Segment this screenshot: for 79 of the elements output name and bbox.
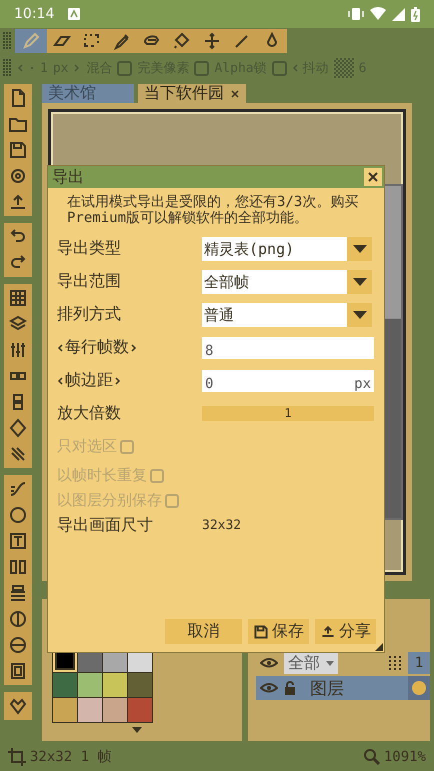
field-label: 帧边距 xyxy=(65,370,113,391)
caret-icon xyxy=(352,310,366,318)
input-field[interactable]: 0 px xyxy=(202,370,374,392)
caret-icon xyxy=(352,278,366,286)
canvas-size: 32x32 1 帧 xyxy=(30,748,112,766)
curve-icon[interactable] xyxy=(8,479,28,499)
notification-icon xyxy=(68,8,80,20)
checkbox-label: 只对选区 xyxy=(57,437,117,456)
dialog-title: 导出 xyxy=(52,166,84,188)
upload-icon xyxy=(320,624,336,640)
dialog-button[interactable]: 取消 xyxy=(165,619,242,644)
dialog-button[interactable]: 分享 xyxy=(315,619,376,644)
field-label: 放大倍数 xyxy=(57,403,122,424)
close-icon[interactable] xyxy=(230,88,240,98)
decrease-icon[interactable] xyxy=(57,376,63,386)
grip-icon[interactable] xyxy=(3,32,11,50)
color-swatch[interactable] xyxy=(103,673,127,697)
input-field[interactable]: 8 xyxy=(202,336,374,358)
vibrate-icon xyxy=(348,7,364,21)
grid-icon[interactable] xyxy=(388,656,402,670)
clock: 10:14 xyxy=(14,6,54,22)
caret-icon xyxy=(326,660,334,666)
checkbox[interactable] xyxy=(117,60,132,76)
pencil-icon xyxy=(21,31,41,51)
upload-icon[interactable] xyxy=(8,192,28,212)
scale-slider[interactable]: 1 xyxy=(202,406,374,421)
increase-icon[interactable] xyxy=(131,342,137,352)
field-label: 导出范围 xyxy=(57,271,122,292)
grid-icon[interactable] xyxy=(8,288,28,308)
resize-grip-icon[interactable] xyxy=(375,643,383,651)
color-swatch[interactable] xyxy=(103,698,127,722)
color-swatch[interactable] xyxy=(78,698,102,722)
move-icon xyxy=(202,31,222,51)
text-icon[interactable] xyxy=(8,531,28,551)
color-swatch[interactable] xyxy=(128,698,152,722)
color-swatch[interactable] xyxy=(53,698,77,722)
checkbox-label: 以图层分别保存 xyxy=(57,491,162,510)
caret-icon xyxy=(352,244,366,252)
eye-icon[interactable] xyxy=(260,657,278,669)
save-icon[interactable] xyxy=(8,140,28,160)
caret-icon[interactable] xyxy=(132,727,142,733)
field-label: 每行帧数 xyxy=(65,337,129,358)
dialog-button[interactable]: 保存 xyxy=(248,619,309,644)
field-label: 导出类型 xyxy=(57,238,122,259)
color-swatch[interactable] xyxy=(78,673,102,697)
wifi-icon xyxy=(370,7,386,21)
zoom-icon[interactable] xyxy=(364,749,380,765)
checkbox[interactable] xyxy=(272,60,287,76)
lock-icon[interactable] xyxy=(284,681,296,695)
layer-name: 图层 xyxy=(310,678,344,700)
export-size: 32x32 xyxy=(202,518,242,533)
checkbox[interactable] xyxy=(194,60,210,76)
layer-filter-dropdown[interactable]: 全部 xyxy=(284,652,338,674)
close-button[interactable] xyxy=(364,168,382,186)
battery-icon xyxy=(411,6,420,22)
trial-message: 在试用模式导出是受限的，您还有3/3次。购买Premium版可以解锁软件的全部功能。 xyxy=(66,194,360,226)
flip-icon[interactable] xyxy=(8,557,28,577)
increase-icon[interactable] xyxy=(115,376,121,386)
grip-icon[interactable] xyxy=(3,59,11,77)
eye-icon[interactable] xyxy=(260,682,278,694)
color-swatch[interactable] xyxy=(53,673,77,697)
sliders-icon[interactable] xyxy=(8,340,28,360)
frame-cell[interactable] xyxy=(408,676,430,700)
crop-icon[interactable] xyxy=(8,748,26,766)
signal-icon xyxy=(392,8,405,20)
zoom-level: 1091% xyxy=(384,749,426,765)
heart-icon[interactable] xyxy=(8,696,28,716)
document-tab[interactable]: 当下软件园 xyxy=(138,84,246,103)
decrease-icon[interactable] xyxy=(57,342,63,352)
bucket-icon xyxy=(172,31,192,51)
cel-dot-icon xyxy=(412,681,426,695)
diamond-icon[interactable] xyxy=(8,418,28,438)
stack-icon[interactable] xyxy=(8,583,28,603)
checkbox-label: 以帧时长重复 xyxy=(57,466,147,485)
close-icon xyxy=(368,172,378,182)
save-icon xyxy=(253,624,269,640)
field-label: 排列方式 xyxy=(57,304,122,325)
color-swatch[interactable] xyxy=(128,673,152,697)
field-label: 导出画面尺寸 xyxy=(57,515,154,536)
